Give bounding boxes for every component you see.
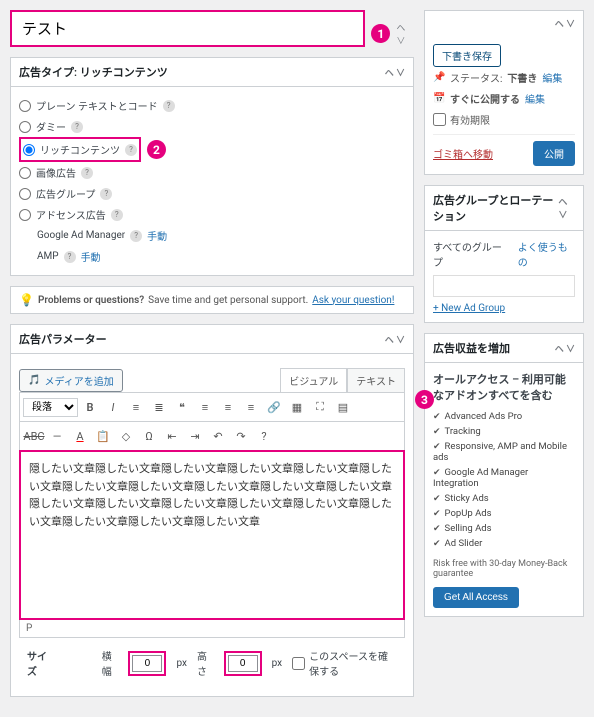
- more-button[interactable]: ▦: [286, 396, 308, 418]
- help-icon[interactable]: ?: [71, 121, 83, 133]
- clear-format-button[interactable]: ◇: [115, 425, 137, 447]
- calendar-icon: 📅: [433, 93, 445, 104]
- strike-button[interactable]: ABC: [23, 425, 45, 447]
- expiry-checkbox[interactable]: 有効期限: [433, 112, 490, 127]
- params-header: 広告パラメーター: [19, 331, 107, 347]
- align-center-button[interactable]: ≡: [217, 396, 239, 418]
- list-item: Google Ad Manager Integration: [433, 465, 575, 491]
- quote-button[interactable]: ❝: [171, 396, 193, 418]
- panel-toggle-icon[interactable]: ヘ ∨: [555, 342, 575, 355]
- guarantee-text: Risk free with 30-day Money-Back guarant…: [433, 559, 575, 579]
- panel-toggle-icon[interactable]: ヘ ∨: [558, 195, 575, 221]
- outdent-button[interactable]: ⇤: [161, 425, 183, 447]
- panel-toggle-icon[interactable]: ヘ ∨: [385, 333, 405, 346]
- height-input[interactable]: [228, 655, 258, 672]
- edit-status-link[interactable]: 編集: [542, 70, 562, 85]
- feature-list: Advanced Ads Pro Tracking Responsive, AM…: [433, 409, 575, 551]
- reserve-space-checkbox[interactable]: このスペースを確保する: [292, 648, 397, 678]
- help-icon[interactable]: ?: [130, 230, 142, 242]
- ad-params-panel: 広告パラメーター ヘ ∨ 🎵メディアを追加 ビジュアル テキスト 段落 B I …: [10, 324, 414, 697]
- list-item: Sticky Ads: [433, 491, 575, 506]
- ask-question-link[interactable]: Ask your question!: [312, 295, 394, 306]
- ad-type-header: 広告タイプ: リッチコンテンツ: [19, 64, 168, 80]
- help-icon[interactable]: ?: [163, 100, 175, 112]
- tab-text[interactable]: テキスト: [347, 368, 405, 392]
- ad-type-option[interactable]: 広告グループ?: [19, 183, 405, 204]
- manual-link[interactable]: 手動: [147, 228, 167, 243]
- save-draft-button[interactable]: 下書き保存: [433, 44, 501, 67]
- lightbulb-icon: 💡: [19, 293, 34, 307]
- callout-1: 1: [371, 24, 390, 43]
- tab-favorites[interactable]: よく使うもの: [518, 239, 575, 269]
- list-item: Responsive, AMP and Mobile ads: [433, 439, 575, 465]
- ad-title-input[interactable]: [10, 10, 365, 47]
- content-editor[interactable]: 隠したい文章隠したい文章隠したい文章隠したい文章隠したい文章隠したい文章隠したい…: [19, 450, 405, 620]
- undo-button[interactable]: ↶: [207, 425, 229, 447]
- edit-schedule-link[interactable]: 編集: [525, 91, 545, 106]
- bold-button[interactable]: B: [79, 396, 101, 418]
- list-item: Selling Ads: [433, 521, 575, 536]
- element-path: P: [19, 620, 405, 638]
- ad-groups-panel: 広告グループとローテーションヘ ∨ すべてのグループ よく使うもの + New …: [424, 185, 584, 323]
- help-icon[interactable]: ?: [100, 188, 112, 200]
- list-item: PopUp Ads: [433, 506, 575, 521]
- align-right-button[interactable]: ≡: [240, 396, 262, 418]
- pin-icon: 📌: [433, 72, 445, 83]
- revenue-panel: 広告収益を増加ヘ ∨ 3 オールアクセス – 利用可能なアドオンすべてを含む A…: [424, 333, 584, 617]
- publish-panel: ヘ ∨ 下書き保存 📌ステータス: 下書き 編集 📅すぐに公開する 編集 有効期…: [424, 10, 584, 175]
- main-column: 1 ヘ ∨ 広告タイプ: リッチコンテンツ ヘ ∨ プレーン テキストとコード?…: [10, 10, 414, 707]
- ad-type-rich-content[interactable]: リッチコンテンツ: [23, 142, 120, 157]
- help-icon[interactable]: ?: [111, 209, 123, 221]
- publish-button[interactable]: 公開: [533, 141, 575, 166]
- paste-text-button[interactable]: 📋: [92, 425, 114, 447]
- media-icon: 🎵: [28, 375, 40, 386]
- ad-type-sub-option: AMP?手動: [19, 246, 405, 267]
- all-access-heading: オールアクセス – 利用可能なアドオンすべてを含む: [433, 371, 575, 403]
- ad-type-option[interactable]: 画像広告?: [19, 162, 405, 183]
- list-item: Ad Slider: [433, 536, 575, 551]
- ad-type-sub-option: Google Ad Manager?手動: [19, 225, 405, 246]
- ol-button[interactable]: ≣: [148, 396, 170, 418]
- italic-button[interactable]: I: [102, 396, 124, 418]
- trash-link[interactable]: ゴミ箱へ移動: [433, 146, 493, 161]
- list-item: Advanced Ads Pro: [433, 409, 575, 424]
- size-controls: サイズ 横幅 px 高さ px このスペースを確保する: [19, 638, 405, 688]
- fullscreen-button[interactable]: ⛶: [309, 396, 331, 418]
- editor-toolbar: 段落 B I ≡ ≣ ❝ ≡ ≡ ≡ 🔗 ▦ ⛶ ▤: [19, 392, 405, 422]
- tab-all-groups[interactable]: すべてのグループ: [433, 239, 508, 269]
- text-color-button[interactable]: A: [69, 425, 91, 447]
- panel-toggle-icon[interactable]: ヘ ∨: [385, 66, 405, 79]
- ad-type-option[interactable]: アドセンス広告?: [19, 204, 405, 225]
- format-select[interactable]: 段落: [23, 398, 78, 417]
- editor-toolbar-2: ABC — A 📋 ◇ Ω ⇤ ⇥ ↶ ↷ ?: [19, 422, 405, 451]
- callout-2: 2: [147, 140, 166, 159]
- special-char-button[interactable]: Ω: [138, 425, 160, 447]
- help-button[interactable]: ?: [253, 425, 275, 447]
- new-ad-group-link[interactable]: + New Ad Group: [433, 303, 505, 314]
- get-all-access-button[interactable]: Get All Access: [433, 587, 519, 608]
- align-left-button[interactable]: ≡: [194, 396, 216, 418]
- width-input[interactable]: [132, 655, 162, 672]
- link-button[interactable]: 🔗: [263, 396, 285, 418]
- ul-button[interactable]: ≡: [125, 396, 147, 418]
- sidebar-column: ヘ ∨ 下書き保存 📌ステータス: 下書き 編集 📅すぐに公開する 編集 有効期…: [424, 10, 584, 707]
- title-collapse-icon[interactable]: ヘ ∨: [396, 21, 414, 47]
- ad-type-panel: 広告タイプ: リッチコンテンツ ヘ ∨ プレーン テキストとコード? ダミー? …: [10, 57, 414, 276]
- ad-type-option[interactable]: ダミー?: [19, 116, 405, 137]
- redo-button[interactable]: ↷: [230, 425, 252, 447]
- help-icon[interactable]: ?: [64, 251, 76, 263]
- help-icon[interactable]: ?: [125, 144, 137, 156]
- list-item: Tracking: [433, 424, 575, 439]
- tab-visual[interactable]: ビジュアル: [280, 368, 347, 392]
- ad-type-option[interactable]: プレーン テキストとコード?: [19, 95, 405, 116]
- add-media-button[interactable]: 🎵メディアを追加: [19, 369, 123, 392]
- indent-button[interactable]: ⇥: [184, 425, 206, 447]
- tip-bar: 💡 Problems or questions? Save time and g…: [10, 286, 414, 314]
- hr-button[interactable]: —: [46, 425, 68, 447]
- help-icon[interactable]: ?: [81, 167, 93, 179]
- toolbar-toggle-button[interactable]: ▤: [332, 396, 354, 418]
- manual-link[interactable]: 手動: [81, 249, 101, 264]
- panel-toggle-icon[interactable]: ヘ ∨: [555, 17, 575, 30]
- callout-3: 3: [415, 390, 434, 409]
